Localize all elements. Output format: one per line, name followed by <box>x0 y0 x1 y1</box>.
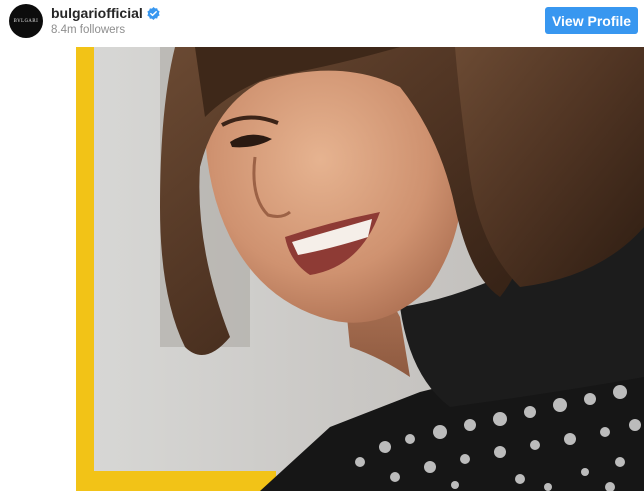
username-row: bulgariofficial <box>51 5 160 21</box>
instagram-embed: BVLGARI bulgariofficial 8.4m followers V… <box>0 0 644 491</box>
user-info: bulgariofficial 8.4m followers <box>51 5 160 36</box>
avatar[interactable]: BVLGARI <box>9 4 43 38</box>
frame-bottom-bar <box>76 471 276 491</box>
post-header: BVLGARI bulgariofficial 8.4m followers V… <box>0 0 644 47</box>
follower-count: 8.4m followers <box>51 24 126 36</box>
avatar-logo-text: BVLGARI <box>13 18 39 24</box>
frame-left-bar <box>76 47 94 491</box>
verified-badge-icon <box>147 6 160 20</box>
view-profile-button[interactable]: View Profile <box>545 7 638 34</box>
post-image[interactable] <box>0 47 644 491</box>
username-link[interactable]: bulgariofficial <box>51 5 143 21</box>
